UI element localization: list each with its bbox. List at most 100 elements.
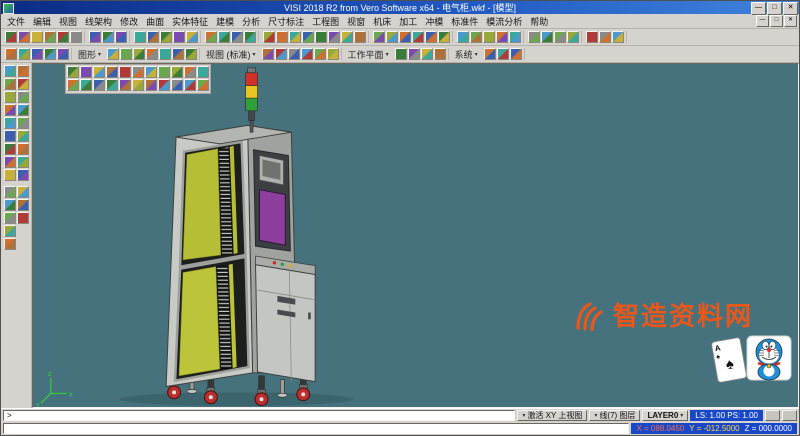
- toolbar-icon[interactable]: [17, 156, 29, 168]
- toolbar-icon[interactable]: [288, 48, 300, 60]
- toolbar-icon[interactable]: [4, 212, 16, 224]
- toolbar-icon[interactable]: [412, 31, 424, 43]
- toolbar-icon[interactable]: [134, 31, 146, 43]
- child-restore-button[interactable]: □: [770, 15, 783, 27]
- toolbar-icon[interactable]: [17, 117, 29, 129]
- toolbar-icon[interactable]: [132, 79, 144, 91]
- minimize-button[interactable]: —: [751, 2, 766, 15]
- toolbar-icon[interactable]: [218, 31, 230, 43]
- toolbar-icon[interactable]: [89, 31, 101, 43]
- toolbar-icon[interactable]: [184, 79, 196, 91]
- toolbar-icon[interactable]: [17, 143, 29, 155]
- toolbar-icon[interactable]: [4, 117, 16, 129]
- toolbar-icon[interactable]: [483, 31, 495, 43]
- toolbar-icon[interactable]: [197, 79, 209, 91]
- toolbar-icon[interactable]: [497, 48, 509, 60]
- layer-selector[interactable]: LAYER0▾: [642, 410, 688, 421]
- toolbar-icon[interactable]: [4, 225, 16, 237]
- toolbar-icon[interactable]: [496, 31, 508, 43]
- toolbar-icon[interactable]: [17, 130, 29, 142]
- toolbar-icon[interactable]: [4, 91, 16, 103]
- toolbar-icon[interactable]: [231, 31, 243, 43]
- toolbar-icon[interactable]: [171, 66, 183, 78]
- menu-item[interactable]: 尺寸标注: [264, 15, 308, 28]
- toolbar-icon[interactable]: [4, 143, 16, 155]
- toolbar-icon[interactable]: [438, 31, 450, 43]
- signal-tower[interactable]: [246, 68, 258, 132]
- status-toggle-button[interactable]: [782, 410, 797, 421]
- toolbar-icon[interactable]: [67, 66, 79, 78]
- toolbar-icon[interactable]: [262, 48, 274, 60]
- menu-item[interactable]: 工程图: [308, 15, 343, 28]
- yellow-button[interactable]: [289, 264, 293, 268]
- command-prompt[interactable]: >: [3, 410, 515, 421]
- door-handle[interactable]: [308, 312, 310, 319]
- child-close-button[interactable]: ✕: [784, 15, 797, 27]
- toolbar-icon[interactable]: [275, 48, 287, 60]
- toolbar-icon[interactable]: [119, 66, 131, 78]
- toolbar-icon[interactable]: [106, 79, 118, 91]
- toolbar-icon[interactable]: [102, 31, 114, 43]
- toolbar-icon[interactable]: [119, 79, 131, 91]
- toolbar-icon[interactable]: [276, 31, 288, 43]
- upper-rack-window[interactable]: [180, 142, 246, 267]
- toolbar-icon[interactable]: [327, 48, 339, 60]
- toolbar-icon[interactable]: [17, 199, 29, 211]
- toolbar-icon[interactable]: [159, 48, 171, 60]
- toolbar-icon[interactable]: [586, 31, 598, 43]
- toolbar-icon[interactable]: [80, 79, 92, 91]
- toolbar-icon[interactable]: [301, 48, 313, 60]
- toolbar-icon[interactable]: [172, 48, 184, 60]
- toolbar-icon[interactable]: [4, 130, 16, 142]
- toolbar-icon[interactable]: [67, 79, 79, 91]
- menu-item[interactable]: 模流分析: [482, 15, 526, 28]
- close-button[interactable]: ✕: [783, 2, 798, 15]
- toolbar-icon[interactable]: [70, 31, 82, 43]
- toolbar-icon[interactable]: [145, 66, 157, 78]
- menu-item[interactable]: 分析: [238, 15, 264, 28]
- toolbar-icon[interactable]: [4, 156, 16, 168]
- toolbar-icon[interactable]: [146, 48, 158, 60]
- toolbar-icon[interactable]: [470, 31, 482, 43]
- toolbar-icon[interactable]: [457, 31, 469, 43]
- toolbar-icon[interactable]: [328, 31, 340, 43]
- toolbar-icon[interactable]: [425, 31, 437, 43]
- toolbar-icon[interactable]: [17, 65, 29, 77]
- menu-item[interactable]: 线架构: [81, 15, 116, 28]
- toolbar-icon[interactable]: [107, 48, 119, 60]
- toolbar-icon[interactable]: [612, 31, 624, 43]
- model-canvas[interactable]: Z X Y: [33, 64, 798, 407]
- menu-item[interactable]: 帮助: [526, 15, 552, 28]
- menu-item[interactable]: 机床: [369, 15, 395, 28]
- menu-item[interactable]: 加工: [395, 15, 421, 28]
- toolbar-icon[interactable]: [4, 186, 16, 198]
- menu-item[interactable]: 曲面: [142, 15, 168, 28]
- toolbar-icon[interactable]: [17, 104, 29, 116]
- toolbar-icon[interactable]: [399, 31, 411, 43]
- toolbar-icon[interactable]: [160, 31, 172, 43]
- toolbar-icon[interactable]: [434, 48, 446, 60]
- menu-item[interactable]: 修改: [116, 15, 142, 28]
- toolbar-icon[interactable]: [18, 31, 30, 43]
- toolbar-icon[interactable]: [4, 238, 16, 250]
- toolbar-icon[interactable]: [4, 104, 16, 116]
- menu-item[interactable]: 实体特征: [168, 15, 212, 28]
- toolbar-icon[interactable]: [5, 31, 17, 43]
- viewport-3d[interactable]: Z X Y 智造资料网: [32, 63, 799, 408]
- toolbar-icon[interactable]: [567, 31, 579, 43]
- menu-item[interactable]: 文件: [3, 15, 29, 28]
- maximize-button[interactable]: □: [767, 2, 782, 15]
- toolbar-icon[interactable]: [186, 31, 198, 43]
- toolbar-icon[interactable]: [4, 78, 16, 90]
- toolbar-icon[interactable]: [17, 212, 29, 224]
- toolbar-icon[interactable]: [133, 48, 145, 60]
- toolbar-icon[interactable]: [599, 31, 611, 43]
- toolbar-icon[interactable]: [244, 31, 256, 43]
- toolbar-icon[interactable]: [171, 79, 183, 91]
- menu-item[interactable]: 视窗: [343, 15, 369, 28]
- toolbar-icon[interactable]: [5, 48, 17, 60]
- toolbar-icon[interactable]: [158, 79, 170, 91]
- toolbar-icon[interactable]: [263, 31, 275, 43]
- toolbar-icon[interactable]: [4, 169, 16, 181]
- toolbar-icon[interactable]: [147, 31, 159, 43]
